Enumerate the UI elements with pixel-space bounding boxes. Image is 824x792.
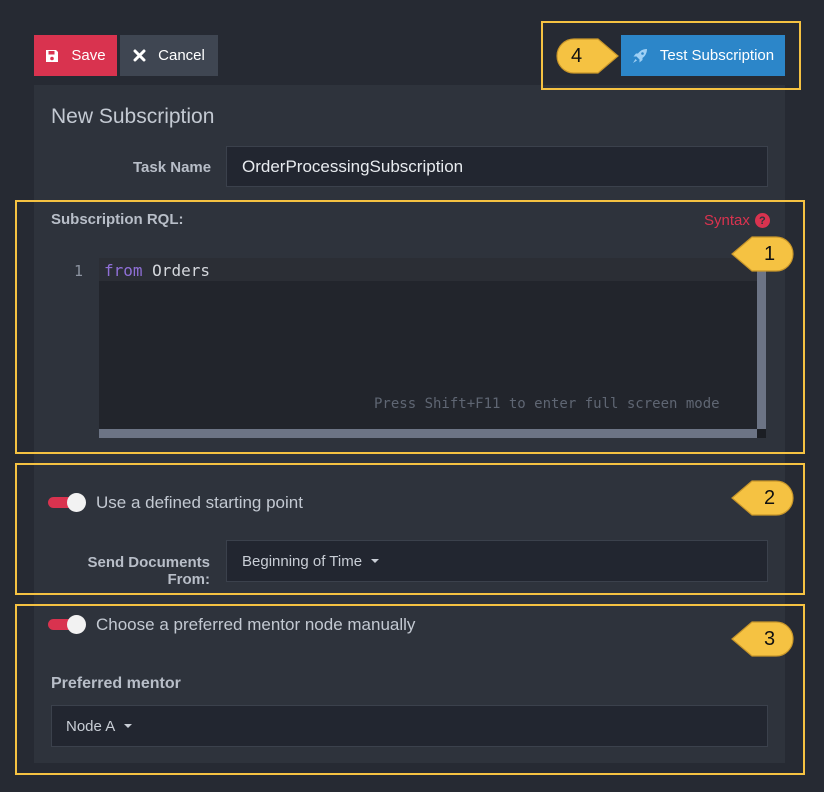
floppy-disk-icon [45,49,59,63]
highlight-box-3 [15,604,805,775]
callout-number: 4 [571,45,583,67]
callout-2: 2 [730,478,796,518]
callout-3: 3 [730,619,796,659]
task-name-value: OrderProcessingSubscription [242,156,464,176]
cancel-label: Cancel [158,47,205,64]
cancel-button[interactable]: Cancel [120,35,218,76]
highlight-box-1 [15,200,805,454]
callout-number: 3 [764,628,776,650]
callout-1: 1 [730,234,796,274]
highlight-box-2 [15,463,805,595]
callout-4: 4 [556,36,620,76]
callout-number: 1 [764,243,776,265]
task-name-input[interactable]: OrderProcessingSubscription [226,146,768,187]
page-title: New Subscription [51,105,215,128]
save-button[interactable]: Save [34,35,117,76]
save-label: Save [71,47,106,64]
task-name-label: Task Name [133,159,212,176]
callout-number: 2 [764,487,776,509]
close-icon [133,49,146,62]
